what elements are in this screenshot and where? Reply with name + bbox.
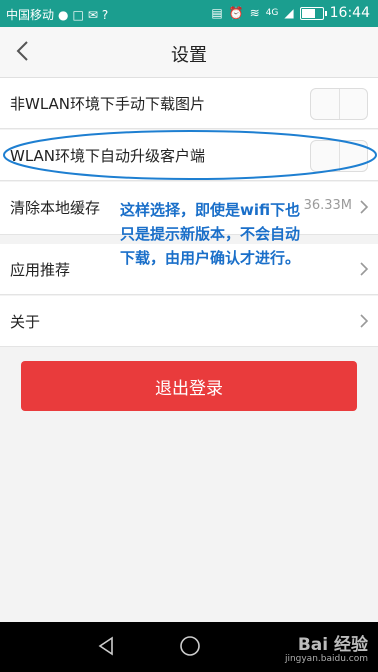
- setting-label: 关于: [10, 313, 41, 331]
- setting-label: 清除本地缓存: [10, 199, 101, 217]
- vibrate-icon: ▤: [211, 6, 223, 20]
- nav-home-icon[interactable]: [178, 634, 202, 658]
- cache-size-value: 36.33M: [303, 198, 352, 213]
- status-right: ▤ ⏰ ≋ 4G ◢ 16:44: [211, 5, 370, 21]
- setting-label: WLAN环境下自动升级客户端: [10, 147, 206, 165]
- alarm-icon: ⏰: [228, 6, 244, 20]
- chevron-right-icon: [360, 200, 369, 214]
- nav-bar: Bai 经验 jingyan.baidu.com: [0, 622, 378, 672]
- page-title: 设置: [171, 45, 207, 66]
- setting-row-about[interactable]: 关于: [0, 296, 378, 347]
- clock: 16:44: [329, 5, 370, 21]
- network-type-label: 4G: [265, 8, 279, 18]
- signal-icon: ◢: [284, 6, 294, 20]
- status-bar: 中国移动 ● □ ✉ ? ▤ ⏰ ≋ 4G ◢ 16:44: [0, 0, 378, 27]
- nav-back-icon[interactable]: [94, 634, 118, 658]
- toggle-divider: [339, 141, 340, 171]
- chevron-right-icon: [360, 314, 369, 328]
- question-icon: ?: [101, 7, 109, 22]
- watermark-logo: Bai 经验: [297, 635, 368, 655]
- mail-icon: ✉: [87, 7, 98, 22]
- watermark-url: jingyan.baidu.com: [284, 654, 368, 664]
- setting-label: 非WLAN环境下手动下载图片: [10, 95, 206, 113]
- wifi-icon: ≋: [249, 6, 260, 20]
- auto-upgrade-toggle[interactable]: [310, 140, 368, 172]
- carrier-label: 中国移动: [6, 8, 55, 22]
- battery-icon: [299, 6, 327, 20]
- chevron-right-icon: [360, 262, 369, 276]
- toggle-divider: [339, 89, 340, 119]
- setting-row-manual-download-images[interactable]: 非WLAN环境下手动下载图片: [0, 78, 378, 129]
- setting-row-auto-upgrade[interactable]: WLAN环境下自动升级客户端: [0, 130, 378, 181]
- status-left: 中国移动 ● □ ✉ ?: [6, 6, 108, 23]
- app-header: 设置: [0, 27, 378, 78]
- image-icon: □: [72, 7, 84, 22]
- manual-download-toggle[interactable]: [310, 88, 368, 120]
- setting-label: 应用推荐: [10, 261, 71, 279]
- logout-button[interactable]: 退出登录: [21, 361, 357, 411]
- battery-fill: [301, 8, 315, 18]
- wechat-icon: ●: [58, 7, 69, 22]
- annotation-text: 这样选择，即使是wifi下也只是提示新版本，不会自动下载，由用户确认才进行。: [120, 201, 301, 267]
